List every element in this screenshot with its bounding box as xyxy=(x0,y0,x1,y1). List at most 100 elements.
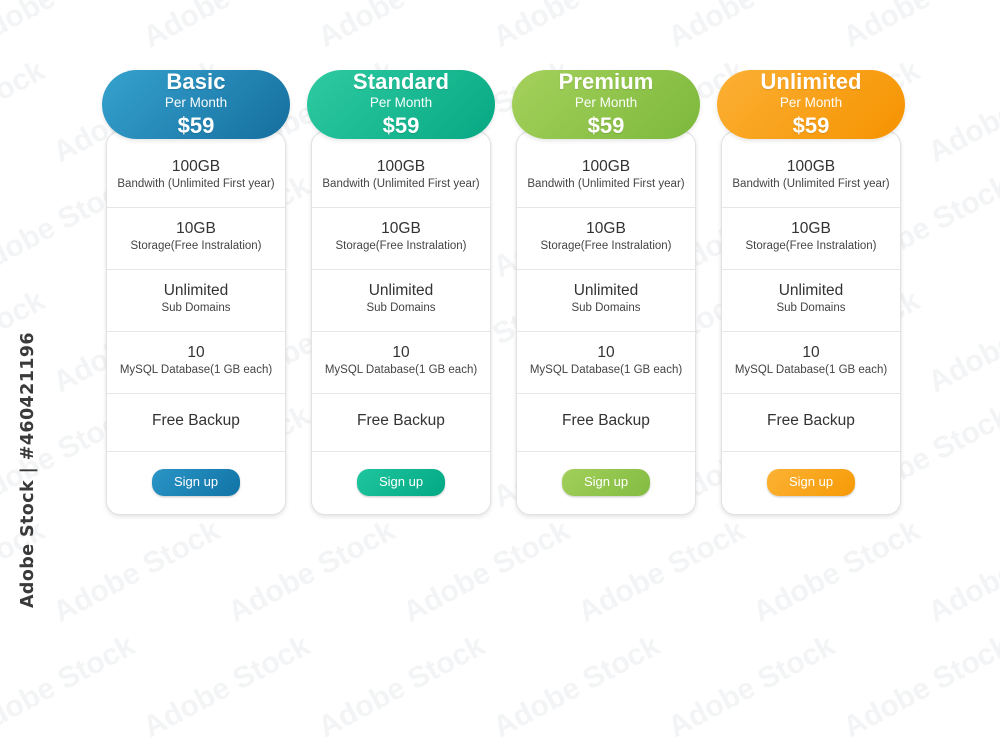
feature-row: 10GB Storage(Free Instralation) xyxy=(517,208,695,270)
plan-feature-list: 100GB Bandwith (Unlimited First year) 10GB… xyxy=(516,130,696,515)
feature-value: Unlimited xyxy=(368,281,434,299)
pricing-table: Basic Per Month $59 100GB Bandwith (Unlimite… xyxy=(98,70,918,515)
plan-name: Premium xyxy=(558,69,654,94)
signup-row: Sign up xyxy=(312,452,490,514)
plan-name: Basic xyxy=(166,69,226,94)
feature-label: MySQL Database(1 GB each) xyxy=(529,364,683,377)
feature-row: Free Backup xyxy=(107,394,285,452)
plan-card: Unlimited Per Month $59 100GB Bandwith (Unli… xyxy=(713,70,909,515)
plan-period: Per Month xyxy=(574,95,638,111)
plan-name: Unlimited xyxy=(760,69,862,94)
feature-label: Storage(Free Instralation) xyxy=(335,240,467,253)
feature-value: Free Backup xyxy=(767,411,855,429)
watermark-tile: Adobe Stock xyxy=(0,53,51,169)
plan-price: $59 xyxy=(792,113,830,139)
watermark-tile: Adobe Stock xyxy=(487,628,666,745)
feature-value: 10 xyxy=(597,343,615,361)
watermark-tile: Adobe Stock xyxy=(663,0,841,55)
watermark-tile: Adobe Stock xyxy=(138,0,316,55)
watermark-tile: Adobe Stock xyxy=(837,628,1000,745)
watermark-tile: Adobe Stock xyxy=(313,0,491,55)
watermark-tile: Adobe Stock xyxy=(397,513,576,630)
feature-row: Free Backup xyxy=(312,394,490,452)
feature-value: Unlimited xyxy=(573,281,639,299)
plan-period: Per Month xyxy=(164,95,228,111)
sign-up-button[interactable]: Sign up xyxy=(357,468,445,497)
feature-row: 10GB Storage(Free Instralation) xyxy=(107,208,285,270)
feature-label: Sub Domains xyxy=(776,302,846,315)
plan-header: Basic Per Month $59 xyxy=(102,70,290,139)
plan-card: Standard Per Month $59 100GB Bandwith (Unlim… xyxy=(303,70,499,515)
feature-row: 10 MySQL Database(1 GB each) xyxy=(107,332,285,394)
feature-label: Bandwith (Unlimited First year) xyxy=(527,178,685,191)
sign-up-button[interactable]: Sign up xyxy=(767,468,855,497)
feature-row: 10GB Storage(Free Instralation) xyxy=(312,208,490,270)
sign-up-button[interactable]: Sign up xyxy=(152,468,240,497)
watermark-tile: Adobe Stock xyxy=(47,513,226,630)
adobe-stock-watermark: Adobe Stock | #460421196 xyxy=(0,0,56,608)
feature-value: 10GB xyxy=(176,219,216,237)
feature-label: Sub Domains xyxy=(161,302,231,315)
feature-label: Bandwith (Unlimited First year) xyxy=(732,178,890,191)
plan-price: $59 xyxy=(382,113,420,139)
plan-feature-list: 100GB Bandwith (Unlimited First year) 10GB… xyxy=(106,130,286,515)
feature-row: Unlimited Sub Domains xyxy=(312,270,490,332)
feature-value: 100GB xyxy=(581,157,631,175)
plan-header: Premium Per Month $59 xyxy=(512,70,700,139)
feature-value: 10 xyxy=(802,343,820,361)
feature-label: Bandwith (Unlimited First year) xyxy=(117,178,275,191)
watermark-tile: Adobe Stock xyxy=(662,628,841,745)
feature-label: MySQL Database(1 GB each) xyxy=(734,364,888,377)
feature-row: 10 MySQL Database(1 GB each) xyxy=(312,332,490,394)
watermark-tile: Adobe Stock xyxy=(0,628,141,745)
feature-value: 100GB xyxy=(786,157,836,175)
feature-row: 10 MySQL Database(1 GB each) xyxy=(517,332,695,394)
plan-card: Basic Per Month $59 100GB Bandwith (Unlimite… xyxy=(98,70,294,515)
feature-row: Free Backup xyxy=(722,394,900,452)
feature-row: Unlimited Sub Domains xyxy=(517,270,695,332)
feature-value: 10GB xyxy=(586,219,626,237)
feature-label: Storage(Free Instralation) xyxy=(745,240,877,253)
watermark-tile: Adobe Stock xyxy=(137,628,316,745)
watermark-tile: Adobe Stock xyxy=(747,513,926,630)
feature-label: Storage(Free Instralation) xyxy=(540,240,672,253)
sign-up-button[interactable]: Sign up xyxy=(562,468,650,497)
feature-label: Sub Domains xyxy=(571,302,641,315)
feature-label: MySQL Database(1 GB each) xyxy=(324,364,478,377)
watermark-tile: Adobe Stock xyxy=(222,513,401,630)
feature-label: Bandwith (Unlimited First year) xyxy=(322,178,480,191)
feature-value: 10GB xyxy=(381,219,421,237)
feature-value: 100GB xyxy=(171,157,221,175)
plan-price: $59 xyxy=(587,113,625,139)
plan-period: Per Month xyxy=(779,95,843,111)
plan-price: $59 xyxy=(177,113,215,139)
feature-row: Free Backup xyxy=(517,394,695,452)
signup-row: Sign up xyxy=(517,452,695,514)
feature-value: Unlimited xyxy=(163,281,229,299)
feature-row: Unlimited Sub Domains xyxy=(722,270,900,332)
watermark-tile: Adobe Stock xyxy=(572,513,751,630)
feature-value: 10 xyxy=(187,343,205,361)
watermark-tile: Adobe Stock xyxy=(0,283,51,399)
feature-value: Free Backup xyxy=(562,411,650,429)
watermark-tile: Adobe Stock xyxy=(0,513,51,629)
feature-label: Storage(Free Instralation) xyxy=(130,240,262,253)
plan-card: Premium Per Month $59 100GB Bandwith (Unlimi… xyxy=(508,70,704,515)
feature-row: 100GB Bandwith (Unlimited First year) xyxy=(107,146,285,208)
feature-label: MySQL Database(1 GB each) xyxy=(119,364,273,377)
watermark-tile: Adobe Stock xyxy=(922,284,1000,400)
plan-name: Standard xyxy=(352,69,450,94)
plan-header: Unlimited Per Month $59 xyxy=(717,70,905,139)
feature-label: Sub Domains xyxy=(366,302,436,315)
watermark-tile: Adobe Stock xyxy=(0,0,141,55)
plan-feature-list: 100GB Bandwith (Unlimited First year) 10GB… xyxy=(721,130,901,515)
feature-row: Unlimited Sub Domains xyxy=(107,270,285,332)
signup-row: Sign up xyxy=(107,452,285,514)
feature-value: Unlimited xyxy=(778,281,844,299)
feature-row: 100GB Bandwith (Unlimited First year) xyxy=(517,146,695,208)
watermark-tile: Adobe Stock xyxy=(922,514,1000,630)
feature-row: 100GB Bandwith (Unlimited First year) xyxy=(312,146,490,208)
feature-value: Free Backup xyxy=(152,411,240,429)
watermark-tile: Adobe Stock xyxy=(838,0,1000,55)
plan-header: Standard Per Month $59 xyxy=(307,70,495,139)
